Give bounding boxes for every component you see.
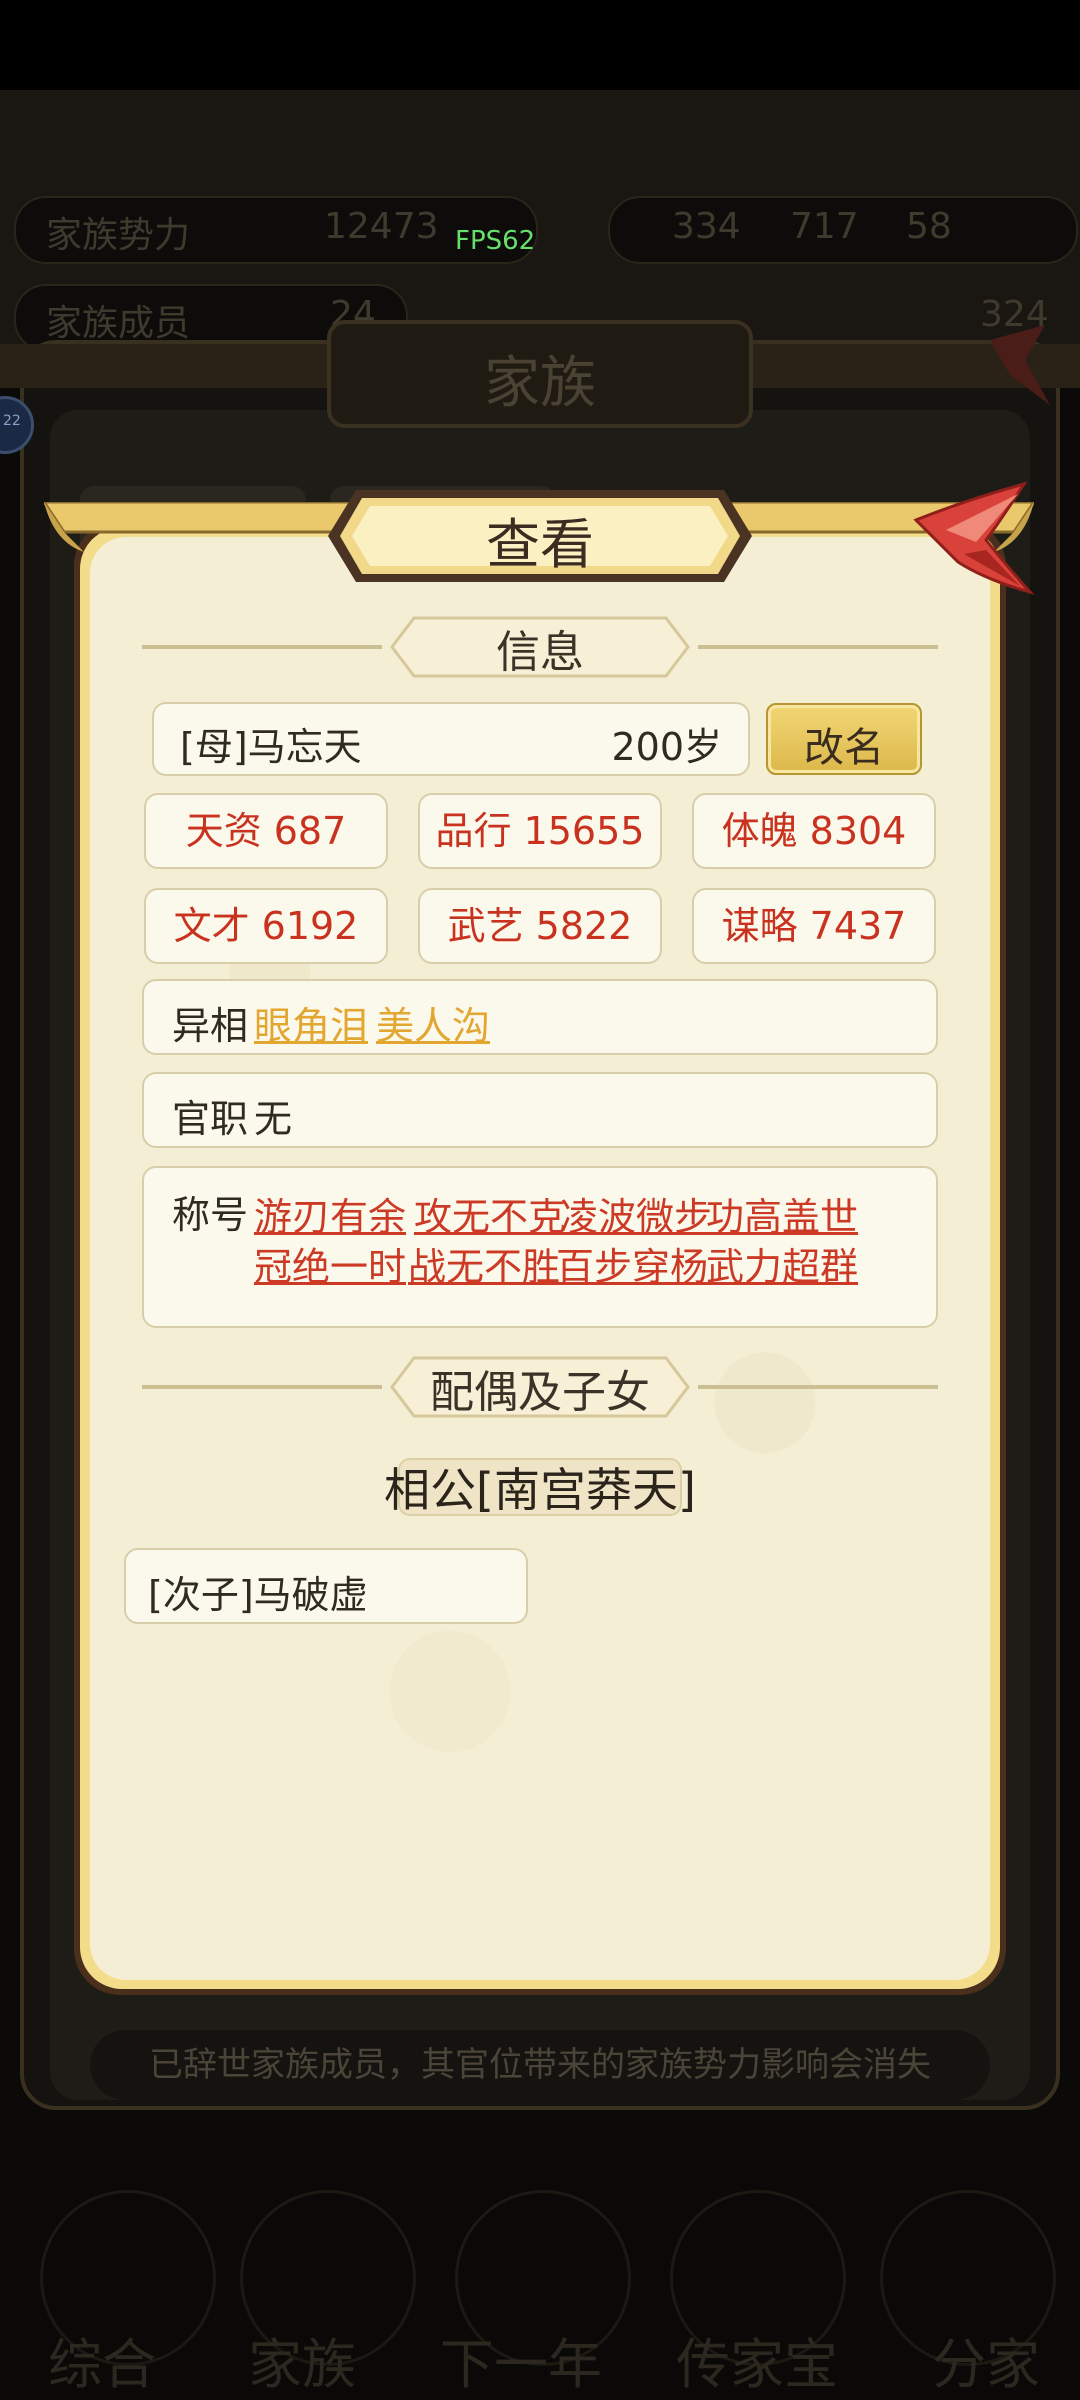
title-link[interactable]: 功高盖世	[706, 1186, 858, 1241]
traits-box: 异相 眼角泪 美人沟	[142, 979, 938, 1055]
title-link[interactable]: 凌波微步	[560, 1186, 712, 1241]
member-name: [母]马忘天	[180, 725, 362, 769]
titles-box: 称号 游刃有余 攻无不克 凌波微步 功高盖世 冠绝一时 战无不胜 百步穿杨 武力…	[142, 1166, 938, 1328]
trait-link[interactable]: 眼角泪	[254, 995, 368, 1050]
bg-resource-2: 717	[790, 206, 859, 247]
title-link[interactable]: 百步穿杨	[556, 1236, 708, 1291]
title-link[interactable]: 武力超群	[706, 1236, 858, 1291]
stat-label: 天资	[185, 809, 262, 853]
office-value: 无	[254, 1097, 293, 1141]
stat-aptitude: 天资 687	[144, 793, 388, 869]
traits-label: 异相	[172, 1004, 249, 1048]
rename-button-label: 改名	[804, 725, 884, 771]
bg-members-label: 家族成员	[46, 303, 191, 344]
stat-literary: 文才 6192	[144, 888, 388, 964]
fps-counter: FPS62	[455, 226, 536, 256]
bg-nav-label-1: 综合	[48, 2333, 156, 2396]
child-item[interactable]: [次子]马破虚	[124, 1548, 528, 1624]
bg-panel-title: 家族	[484, 351, 596, 416]
bg-power-value: 12473	[324, 206, 439, 247]
status-bar-area	[0, 0, 1080, 90]
member-age: 200岁	[611, 725, 722, 769]
info-section-title: 信息	[496, 627, 584, 678]
stat-value: 15655	[523, 809, 645, 853]
stat-label: 体魄	[721, 809, 798, 853]
bg-nav-label-5: 分家	[932, 2333, 1040, 2396]
trait-link[interactable]: 美人沟	[376, 995, 490, 1050]
stat-label: 武艺	[447, 904, 524, 948]
bg-nav-label-2: 家族	[248, 2333, 356, 2396]
spouse-name[interactable]: 相公[南宫莽天]	[0, 1454, 1080, 1520]
stat-label: 品行	[435, 809, 512, 853]
bg-notice: 已辞世家族成员，其官位带来的家族势力影响会消失	[90, 2030, 990, 2100]
close-icon[interactable]	[906, 480, 1036, 600]
stat-label: 谋略	[721, 904, 798, 948]
office-label: 官职	[172, 1097, 249, 1141]
bg-nav-label-3: 下一年	[440, 2333, 602, 2396]
stat-martial: 武艺 5822	[418, 888, 662, 964]
stat-strategy: 谋略 7437	[692, 888, 936, 964]
bg-resource-1: 334	[672, 206, 741, 247]
stat-value: 7437	[809, 904, 907, 948]
title-link[interactable]: 冠绝一时	[254, 1236, 406, 1291]
title-link[interactable]: 攻无不克	[414, 1186, 566, 1241]
bg-resource-3: 58	[906, 206, 952, 247]
stat-value: 6192	[261, 904, 359, 948]
title-link[interactable]: 战无不胜	[408, 1236, 560, 1291]
titles-label: 称号	[172, 1193, 249, 1237]
bg-nav-label-4: 传家宝	[676, 2333, 838, 2396]
stat-conduct: 品行 15655	[418, 793, 662, 869]
office-box: 官职 无	[142, 1072, 938, 1148]
child-name: [次子]马破虚	[148, 1573, 368, 1617]
stat-value: 5822	[535, 904, 633, 948]
stat-label: 文才	[173, 904, 250, 948]
member-name-field: [母]马忘天 200岁	[152, 702, 750, 776]
dialog-title: 查看	[486, 513, 594, 576]
bg-close-icon	[990, 325, 1050, 405]
stat-value: 8304	[809, 809, 907, 853]
title-link[interactable]: 游刃有余	[254, 1186, 406, 1241]
bg-avatar-number: 22	[3, 413, 21, 429]
bg-power-label: 家族势力	[46, 215, 191, 256]
family-section-title: 配偶及子女	[430, 1367, 650, 1418]
stat-value: 687	[273, 809, 347, 853]
rename-button[interactable]: 改名	[766, 703, 922, 775]
stat-physique: 体魄 8304	[692, 793, 936, 869]
